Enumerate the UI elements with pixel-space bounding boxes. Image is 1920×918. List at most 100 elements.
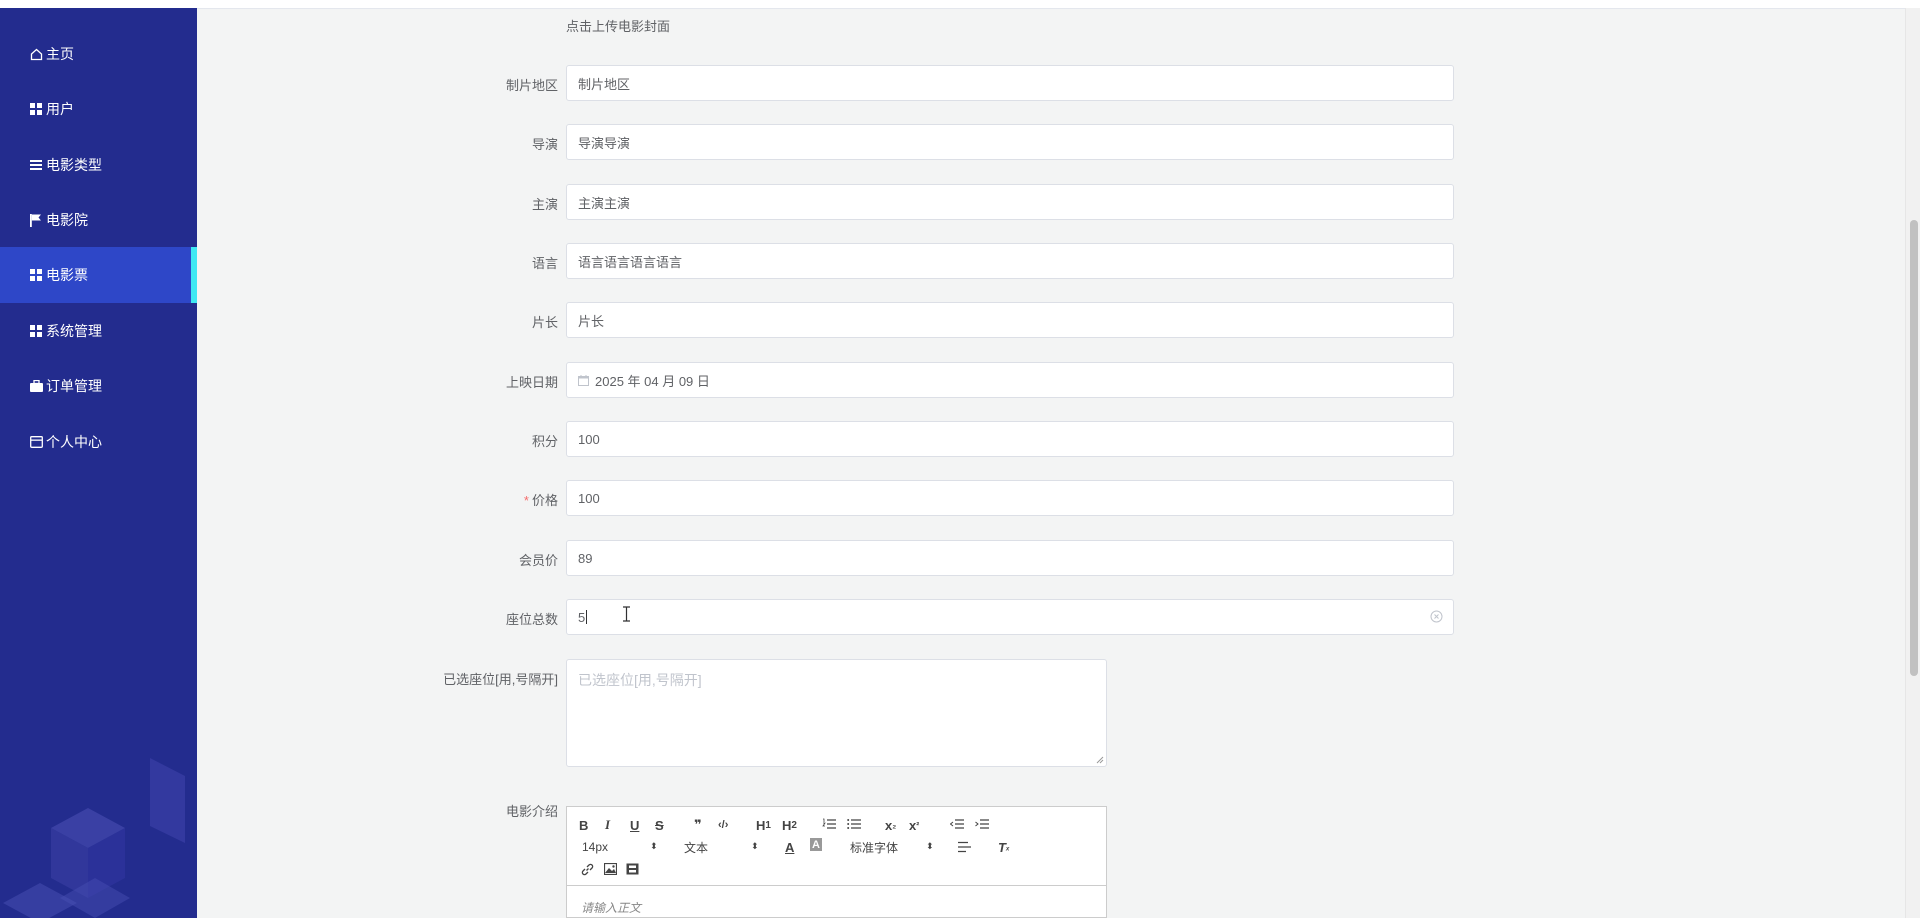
video-icon[interactable]: [626, 863, 639, 875]
text-cursor-icon: [623, 606, 630, 622]
clear-format-mark: ₓ: [1005, 842, 1010, 852]
sidebar-item-system[interactable]: 系统管理: [0, 303, 197, 359]
h1-button[interactable]: H1: [756, 816, 771, 834]
member-price-input[interactable]: 89: [566, 540, 1454, 576]
sidebar-item-label: 系统管理: [46, 323, 102, 339]
field-label-price: * 价格: [358, 490, 558, 509]
language-input[interactable]: 语言语言语言语言: [566, 243, 1454, 279]
sidebar-item-movie-tickets[interactable]: 电影票: [0, 247, 197, 303]
sidebar-item-users[interactable]: 用户: [0, 81, 197, 137]
home-icon: [29, 47, 43, 61]
input-value: 5: [578, 609, 586, 625]
field-label-language: 语言: [531, 256, 558, 271]
price-input[interactable]: 100: [566, 480, 1454, 516]
input-value: 制片地区: [578, 76, 631, 92]
align-icon[interactable]: [958, 841, 971, 853]
upload-cover-hint[interactable]: 点击上传电影封面: [566, 16, 670, 35]
font-size-caret-icon: ⬍: [650, 841, 658, 851]
field-label-director: 导演: [531, 137, 558, 152]
sidebar-item-label: 主页: [46, 46, 74, 62]
release-date-picker[interactable]: 2025 年 04 月 09 日: [566, 362, 1454, 398]
bullet-list-icon[interactable]: [847, 818, 861, 830]
h2-button[interactable]: H2: [782, 816, 797, 834]
h1-label: H: [756, 817, 766, 833]
superscript-button[interactable]: x²: [909, 816, 919, 834]
background-color-button[interactable]: A: [810, 838, 822, 851]
sidebar-item-movie-types[interactable]: 电影类型: [0, 137, 197, 193]
textarea-placeholder: 已选座位[用,号隔开]: [578, 672, 702, 688]
indent-icon[interactable]: [975, 818, 989, 830]
outdent-icon[interactable]: [950, 818, 964, 830]
underline-button[interactable]: U: [630, 816, 639, 834]
text-style-caret-icon: ⬍: [751, 841, 759, 851]
input-value: 导演导演: [578, 135, 631, 151]
input-value: 主演主演: [578, 195, 631, 211]
sidebar-item-label: 用户: [46, 101, 74, 117]
code-block-button[interactable]: ‹/›: [718, 816, 728, 834]
editor-toolbar: B I U S ❞ ‹/› H1 H2 x₂ x² 14px ⬍ 文本 ⬍ A …: [567, 807, 1106, 886]
font-family-caret-icon: ⬍: [926, 841, 934, 851]
rich-text-editor: B I U S ❞ ‹/› H1 H2 x₂ x² 14px ⬍ 文本 ⬍ A …: [566, 806, 1107, 918]
image-icon[interactable]: [604, 863, 617, 875]
sidebar-item-profile[interactable]: 个人中心: [0, 414, 197, 470]
italic-button[interactable]: I: [605, 816, 610, 834]
points-input[interactable]: 100: [566, 421, 1454, 457]
subscript-button[interactable]: x₂: [885, 816, 896, 834]
link-icon[interactable]: [581, 863, 594, 876]
h2-label: H: [782, 817, 792, 833]
list-icon: [29, 158, 43, 172]
field-label-selected-seats: 已选座位[用,号隔开]: [443, 672, 558, 687]
font-family-picker[interactable]: 标准字体: [850, 838, 898, 856]
clear-icon[interactable]: [1430, 610, 1443, 626]
sidebar-item-label: 电影院: [46, 212, 88, 228]
director-input[interactable]: 导演导演: [566, 124, 1454, 160]
subscript-mark: ₂: [892, 820, 897, 830]
sidebar-item-cinemas[interactable]: 电影院: [0, 192, 197, 248]
font-color-button[interactable]: A: [785, 838, 794, 856]
superscript-mark: ²: [916, 820, 920, 830]
duration-input[interactable]: 片长: [566, 302, 1454, 338]
text-style-picker[interactable]: 文本: [684, 838, 708, 856]
grid-icon: [29, 268, 43, 282]
field-label-points: 积分: [531, 434, 558, 449]
input-value: 语言语言语言语言: [578, 254, 683, 270]
grid-icon: [29, 324, 43, 338]
input-value: 2025 年 04 月 09 日: [595, 373, 710, 389]
sidebar-item-label: 订单管理: [46, 378, 102, 394]
decorative-cubes: [3, 758, 185, 918]
field-label-seat-total: 座位总数: [505, 612, 558, 627]
strike-button[interactable]: S: [655, 816, 664, 834]
grid-icon: [29, 102, 43, 116]
seat-total-input[interactable]: 5: [566, 599, 1454, 635]
bold-button[interactable]: B: [579, 816, 588, 834]
clear-format-button[interactable]: Tₓ: [998, 838, 1010, 856]
field-label-cast: 主演: [531, 197, 558, 212]
label-text: 价格: [531, 493, 558, 508]
field-label-member-price: 会员价: [518, 553, 558, 568]
superscript-x: x: [909, 817, 917, 833]
briefcase-icon: [29, 379, 43, 393]
flag-icon: [29, 213, 43, 227]
vertical-scrollbar[interactable]: [1905, 8, 1920, 918]
sidebar-item-home[interactable]: 主页: [0, 26, 197, 82]
region-input[interactable]: 制片地区: [566, 65, 1454, 101]
h2-level: 2: [791, 819, 797, 831]
selected-seats-textarea[interactable]: 已选座位[用,号隔开]: [566, 659, 1107, 767]
scrollbar-thumb[interactable]: [1910, 220, 1918, 676]
ordered-list-icon[interactable]: [822, 818, 836, 830]
resize-handle-icon[interactable]: [1096, 756, 1104, 764]
blockquote-button[interactable]: ❞: [694, 816, 702, 834]
calendar-icon: [578, 374, 589, 386]
cast-input[interactable]: 主演主演: [566, 184, 1454, 220]
font-size-picker[interactable]: 14px: [582, 838, 608, 856]
input-value: 100: [578, 490, 600, 506]
sidebar-item-label: 电影类型: [46, 157, 102, 173]
sidebar-item-label: 电影票: [46, 267, 88, 283]
input-value: 89: [578, 550, 593, 566]
subscript-x: x: [885, 817, 893, 833]
required-mark: *: [523, 493, 529, 508]
clear-format-t: T: [998, 839, 1006, 855]
sidebar-item-orders[interactable]: 订单管理: [0, 358, 197, 414]
field-label-duration: 片长: [531, 315, 558, 330]
h1-level: 1: [765, 819, 771, 831]
